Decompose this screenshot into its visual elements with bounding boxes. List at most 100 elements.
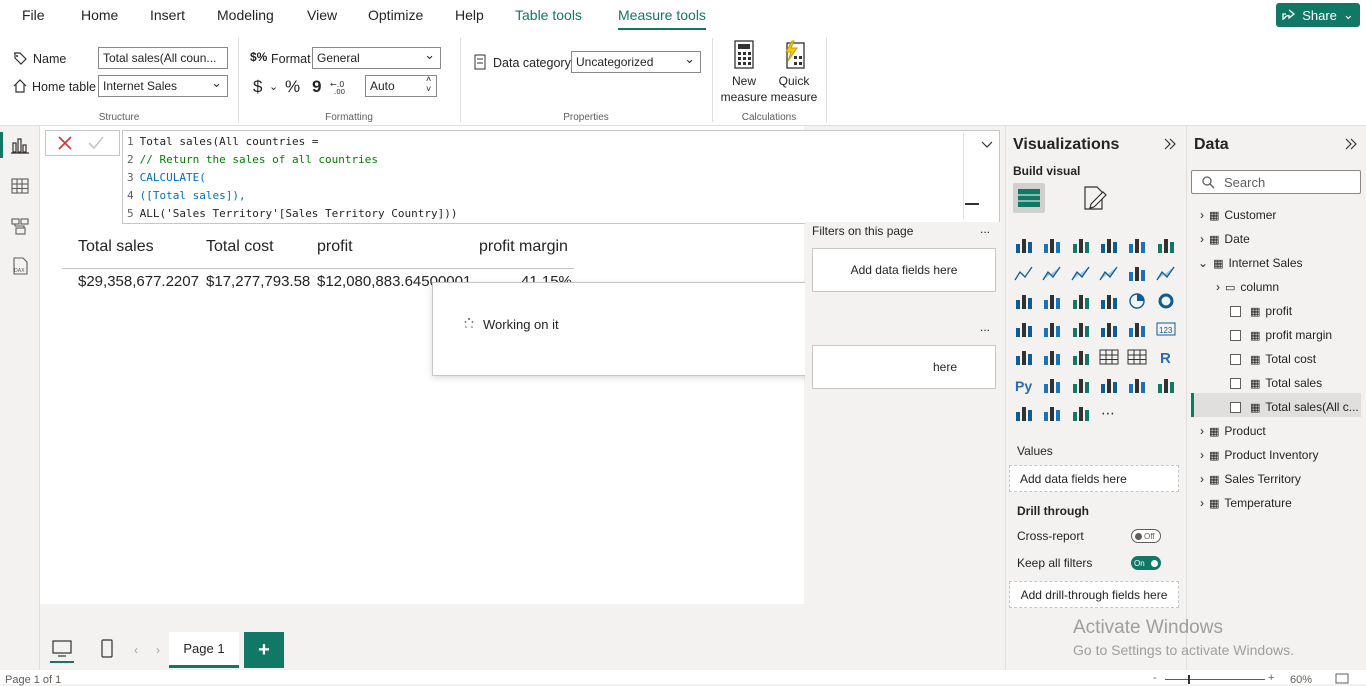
- azure-map-visual-icon[interactable]: [1099, 320, 1119, 338]
- menu-help[interactable]: Help: [455, 7, 484, 23]
- zoom-out-button[interactable]: -: [1153, 672, 1157, 684]
- power-apps-visual-icon[interactable]: [1042, 404, 1062, 422]
- python-visual-icon[interactable]: Py: [1014, 376, 1034, 394]
- commit-check-icon[interactable]: [88, 136, 104, 150]
- report-view-icon[interactable]: [10, 136, 30, 156]
- clustered-bar-visual-icon[interactable]: [1071, 236, 1091, 254]
- checkbox[interactable]: [1230, 353, 1241, 365]
- format-visual-icon[interactable]: [1082, 185, 1108, 211]
- dax-query-view-icon[interactable]: DAX: [10, 256, 30, 276]
- 100-area-visual-icon[interactable]: [1099, 264, 1119, 282]
- tree-folder-column[interactable]: › ▭ column: [1216, 280, 1279, 294]
- tree-table-temperature[interactable]: › ▦ Temperature: [1200, 496, 1292, 510]
- matrix-visual-icon[interactable]: [1127, 348, 1147, 366]
- menu-table-tools[interactable]: Table tools: [515, 7, 582, 23]
- stacked-column-visual-icon[interactable]: [1042, 236, 1062, 254]
- quick-measure-button[interactable]: Quick measure: [770, 40, 818, 108]
- collapse-pane-icon[interactable]: [1344, 138, 1358, 150]
- name-input[interactable]: Total sales(All coun...: [98, 47, 228, 69]
- multi-row-card-visual-icon[interactable]: [1014, 348, 1034, 366]
- checkbox[interactable]: [1230, 329, 1241, 341]
- paginated-visual-icon[interactable]: [1014, 404, 1034, 422]
- clustered-column-visual-icon[interactable]: [1099, 236, 1119, 254]
- format-select[interactable]: General: [312, 47, 441, 69]
- checkbox[interactable]: [1230, 401, 1241, 413]
- goals-visual-icon[interactable]: [1156, 376, 1176, 394]
- filled-map-visual-icon[interactable]: [1071, 320, 1091, 338]
- more-options-icon[interactable]: ...: [980, 222, 990, 236]
- funnel-column-visual-icon[interactable]: [1042, 292, 1062, 310]
- decimal-decrease-icon[interactable]: ←.0.00: [330, 78, 346, 94]
- donut-visual-icon[interactable]: [1156, 292, 1176, 310]
- narrative-visual-icon[interactable]: [1127, 376, 1147, 394]
- zoom-slider-thumb[interactable]: [1188, 675, 1190, 684]
- map-visual-icon[interactable]: [1042, 320, 1062, 338]
- collapse-pane-icon[interactable]: [1163, 138, 1177, 150]
- currency-button[interactable]: $: [253, 77, 262, 97]
- chevron-left-icon[interactable]: ‹: [134, 643, 138, 657]
- share-button[interactable]: Share ⌄: [1276, 3, 1360, 27]
- funnel-visual-icon[interactable]: [1071, 292, 1091, 310]
- kpi-visual-icon[interactable]: [1042, 348, 1062, 366]
- checkbox[interactable]: [1230, 305, 1241, 317]
- menu-measure-tools[interactable]: Measure tools: [618, 7, 706, 30]
- line-visual-icon[interactable]: [1014, 264, 1034, 282]
- page-tab-1[interactable]: Page 1: [169, 632, 239, 668]
- tree-table-customer[interactable]: › ▦ Customer: [1200, 208, 1276, 222]
- home-table-select[interactable]: Internet Sales: [98, 75, 228, 97]
- menu-insert[interactable]: Insert: [150, 7, 185, 23]
- tree-table-date[interactable]: › ▦ Date: [1200, 232, 1250, 246]
- menu-optimize[interactable]: Optimize: [368, 7, 423, 23]
- more-visual-icon[interactable]: ⋯: [1099, 404, 1119, 422]
- more-options-icon[interactable]: ...: [980, 320, 990, 334]
- r-script-visual-icon[interactable]: R: [1156, 348, 1176, 366]
- collapse-icon[interactable]: [965, 203, 979, 205]
- card-visual-icon[interactable]: 123: [1156, 320, 1176, 338]
- zoom-in-button[interactable]: +: [1268, 672, 1274, 684]
- field-total-sales[interactable]: ▦ Total sales: [1230, 376, 1322, 390]
- menu-modeling[interactable]: Modeling: [217, 7, 274, 23]
- table-view-icon[interactable]: [10, 176, 30, 196]
- drill-through-drop-zone[interactable]: Add drill-through fields here: [1009, 581, 1179, 608]
- desktop-layout-icon[interactable]: [52, 640, 72, 658]
- values-drop-zone[interactable]: Add data fields here: [1009, 465, 1179, 492]
- data-category-select[interactable]: Uncategorized: [571, 51, 701, 73]
- stacked-bar-visual-icon[interactable]: [1014, 236, 1034, 254]
- table-visual-icon[interactable]: [1099, 348, 1119, 366]
- tree-table-sales-territory[interactable]: › ▦ Sales Territory: [1200, 472, 1301, 486]
- filter-drop-zone-page[interactable]: Add data fields here: [812, 248, 996, 292]
- field-total-cost[interactable]: ▦ Total cost: [1230, 352, 1316, 366]
- menu-view[interactable]: View: [307, 7, 337, 23]
- stacked-area-visual-icon[interactable]: [1071, 264, 1091, 282]
- slicer-visual-icon[interactable]: [1071, 348, 1091, 366]
- line-column-visual-icon[interactable]: [1127, 264, 1147, 282]
- filter-drop-zone-all[interactable]: here: [812, 345, 996, 389]
- zoom-slider[interactable]: [1165, 679, 1265, 680]
- field-profit-margin[interactable]: ▦ profit margin: [1230, 328, 1332, 342]
- mobile-layout-icon[interactable]: [101, 639, 113, 659]
- tree-table-product-inventory[interactable]: › ▦ Product Inventory: [1200, 448, 1318, 462]
- build-visual-tab[interactable]: [1013, 183, 1045, 213]
- key-influencers-visual-icon[interactable]: [1042, 376, 1062, 394]
- ribbon-visual-icon[interactable]: [1155, 264, 1176, 282]
- tree-table-product[interactable]: › ▦ Product: [1200, 424, 1266, 438]
- field-total-sales-all-c[interactable]: ▦ Total sales(All c...: [1230, 400, 1359, 414]
- menu-file[interactable]: File: [22, 7, 45, 23]
- scatter-visual-icon[interactable]: [1099, 292, 1119, 310]
- treemap-visual-icon[interactable]: [1014, 320, 1034, 338]
- chevron-right-icon[interactable]: ›: [156, 643, 160, 657]
- percent-button[interactable]: %: [285, 77, 300, 97]
- qna-visual-icon[interactable]: [1099, 376, 1119, 394]
- checkbox[interactable]: [1230, 377, 1241, 389]
- power-automate-visual-icon[interactable]: [1071, 404, 1091, 422]
- fit-to-page-icon[interactable]: [1335, 673, 1349, 684]
- chevron-down-icon[interactable]: [981, 141, 993, 149]
- spinner-icon[interactable]: ˄ ˅: [426, 74, 431, 94]
- add-page-button[interactable]: +: [244, 632, 284, 668]
- chevron-down-icon[interactable]: ⌄: [269, 80, 278, 93]
- comma-button[interactable]: 9: [312, 77, 321, 97]
- new-measure-button[interactable]: New measure: [720, 40, 768, 108]
- formula-bar[interactable]: 1 Total sales(All countries = 2// Return …: [122, 130, 1000, 224]
- field-profit[interactable]: ▦ profit: [1230, 304, 1292, 318]
- model-view-icon[interactable]: [10, 216, 30, 236]
